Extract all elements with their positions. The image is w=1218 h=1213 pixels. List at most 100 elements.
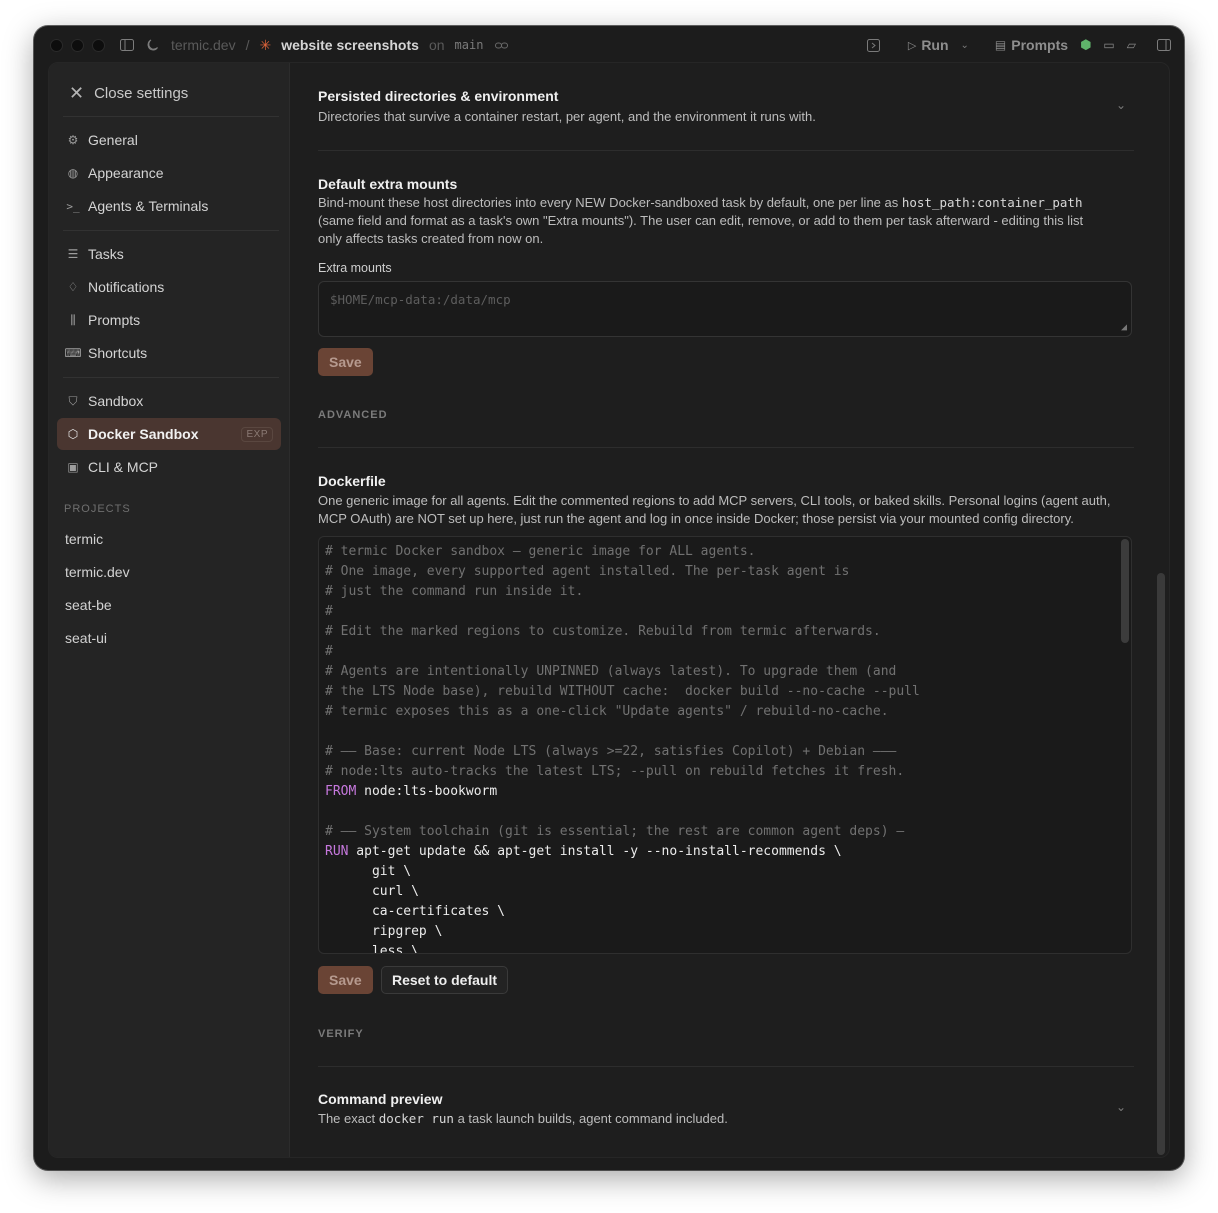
code-comment: # Agents are intentionally UNPINNED (alw…: [325, 664, 897, 679]
dockerfile-desc-text: MCP OAuth) are NOT set up here, just run…: [318, 511, 1074, 526]
sidebar-item-label: Agents & Terminals: [88, 198, 209, 214]
extra-mounts-label: Extra mounts: [318, 261, 392, 275]
run-label: Run: [921, 37, 949, 53]
terminal-icon: >_: [66, 199, 80, 213]
extra-mounts-placeholder: $HOME/mcp-data:/data/mcp: [330, 292, 511, 307]
sidebar-item-label: Appearance: [88, 165, 164, 181]
run-button[interactable]: ▷ Run: [908, 37, 949, 53]
minimize-window-button[interactable]: [71, 38, 84, 52]
sidebar-item-docker-sandbox[interactable]: ⬡ Docker Sandbox EXP: [57, 418, 281, 450]
preview-desc-text: a task launch builds, agent command incl…: [453, 1111, 728, 1126]
expand-chevron-icon[interactable]: ⌄: [1116, 1100, 1126, 1114]
code-line: # —— System toolchain (git is essential;…: [325, 822, 1125, 842]
code-line: ca-certificates \: [325, 902, 1125, 922]
code-text: less \: [325, 944, 419, 954]
run-options-chevron-icon[interactable]: ⌄: [961, 40, 969, 51]
prompts-button[interactable]: ▤ Prompts: [995, 37, 1068, 53]
close-window-button[interactable]: [50, 38, 63, 52]
code-text: curl \: [325, 884, 419, 899]
save-dockerfile-button[interactable]: Save: [318, 966, 373, 994]
project-item[interactable]: termic.dev: [65, 564, 130, 580]
breadcrumb-task[interactable]: website screenshots: [281, 37, 419, 53]
resize-handle-icon[interactable]: ◢: [1121, 322, 1127, 333]
play-icon: ▷: [907, 39, 917, 52]
mounts-section-title: Default extra mounts: [318, 176, 458, 192]
sidebar-toggle-icon[interactable]: [119, 37, 135, 53]
sidebar-item-label: General: [88, 132, 138, 148]
code-text: git \: [325, 864, 412, 879]
reset-to-default-button[interactable]: Reset to default: [381, 966, 509, 994]
sidebar-item-tasks[interactable]: ☰ Tasks: [57, 238, 281, 270]
code-line: git \: [325, 862, 1125, 882]
code-comment: # —— Base: current Node LTS (always >=22…: [325, 744, 897, 759]
mounts-section-description: Bind-mount these host directories into e…: [318, 194, 1138, 248]
sidebar-item-agents-terminals[interactable]: >_ Agents & Terminals: [57, 190, 281, 222]
code-line: #: [325, 602, 1125, 622]
project-item[interactable]: termic: [65, 531, 103, 547]
folder-icon[interactable]: ▱: [1127, 38, 1136, 52]
code-comment: # the LTS Node base), rebuild WITHOUT ca…: [325, 684, 920, 699]
code-line: less \: [325, 942, 1125, 954]
code-comment: #: [325, 604, 333, 619]
page-scrollbar[interactable]: [1157, 573, 1165, 1155]
code-line: # termic Docker sandbox — generic image …: [325, 542, 1125, 562]
mounts-desc-text: only affects tasks created from now on.: [318, 231, 544, 246]
close-settings-label: Close settings: [94, 85, 189, 102]
projects-heading: PROJECTS: [64, 503, 131, 515]
sidebar-item-prompts[interactable]: ⫼ Prompts: [57, 304, 281, 336]
code-line: # just the command run inside it.: [325, 582, 1125, 602]
code-comment: # One image, every supported agent insta…: [325, 564, 850, 579]
project-item[interactable]: seat-be: [65, 597, 112, 613]
code-line: ripgrep \: [325, 922, 1125, 942]
sidebar-item-general[interactable]: ⚙ General: [57, 124, 281, 156]
task-status-icon: ✳: [259, 36, 272, 53]
code-comment: # termic exposes this as a one-click "Up…: [325, 704, 889, 719]
project-item[interactable]: seat-ui: [65, 630, 107, 646]
dockerfile-section-title: Dockerfile: [318, 473, 386, 489]
sandbox-cube-icon[interactable]: ⬢: [1080, 37, 1091, 53]
section-divider: [318, 1066, 1134, 1067]
code-line: # One image, every supported agent insta…: [325, 562, 1125, 582]
editor-scrollbar[interactable]: [1121, 539, 1129, 643]
library-icon: ⫼: [70, 312, 76, 327]
sidebar-item-label: Sandbox: [88, 393, 144, 409]
branch-on-label: on: [428, 37, 445, 53]
dockerfile-editor[interactable]: # termic Docker sandbox — generic image …: [318, 536, 1132, 954]
sidebar-item-notifications[interactable]: ♢ Notifications: [57, 271, 281, 303]
expand-chevron-icon[interactable]: ⌄: [1116, 98, 1126, 112]
code-line: # Agents are intentionally UNPINNED (alw…: [325, 662, 1125, 682]
sidebar-item-appearance[interactable]: ◍ Appearance: [57, 157, 281, 189]
close-icon: ✕: [69, 83, 85, 103]
persisted-section-title[interactable]: Persisted directories & environment: [318, 88, 558, 104]
code-line: #: [325, 642, 1125, 662]
code-comment: # termic Docker sandbox — generic image …: [325, 544, 756, 559]
sidebar-item-cli-mcp[interactable]: ▣ CLI & MCP: [57, 451, 281, 483]
mounts-desc-code: host_path:container_path: [901, 195, 1083, 210]
mounts-desc-text: (same field and format as a task's own "…: [318, 213, 1084, 228]
breadcrumb-project[interactable]: termic.dev: [171, 37, 236, 53]
preview-section-title[interactable]: Command preview: [318, 1091, 442, 1107]
archive-icon[interactable]: ▭: [1103, 38, 1114, 52]
code-comment: # —— System toolchain (git is essential;…: [325, 824, 905, 839]
sidebar-item-label: Notifications: [88, 279, 165, 295]
dockerfile-code-lines: # termic Docker sandbox — generic image …: [325, 542, 1125, 954]
sidebar-item-shortcuts[interactable]: ⌨ Shortcuts: [57, 337, 281, 369]
code-comment: # node:lts auto-tracks the latest LTS; -…: [325, 764, 905, 779]
right-panel-toggle-icon[interactable]: [1156, 37, 1172, 53]
theme-moon-icon[interactable]: [145, 37, 161, 53]
close-settings-button[interactable]: ✕ Close settings: [69, 83, 188, 104]
preview-desc-text: The exact: [318, 1111, 379, 1126]
sidebar-divider: [63, 377, 279, 378]
sidebar-item-sandbox[interactable]: ⛉ Sandbox: [57, 385, 281, 417]
link-icon[interactable]: [493, 37, 509, 53]
settings-panel: ✕ Close settings ⚙ General ◍ Appearance …: [48, 62, 1170, 1158]
save-mounts-button[interactable]: Save: [318, 348, 373, 376]
open-external-icon[interactable]: [866, 37, 882, 53]
maximize-window-button[interactable]: [92, 38, 105, 52]
extra-mounts-input[interactable]: $HOME/mcp-data:/data/mcp ◢: [318, 281, 1132, 337]
preview-desc-code: docker run: [378, 1111, 454, 1126]
terminal-box-icon: ▣: [67, 460, 79, 474]
code-line: # Edit the marked regions to customize. …: [325, 622, 1125, 642]
code-keyword: RUN: [325, 844, 349, 859]
